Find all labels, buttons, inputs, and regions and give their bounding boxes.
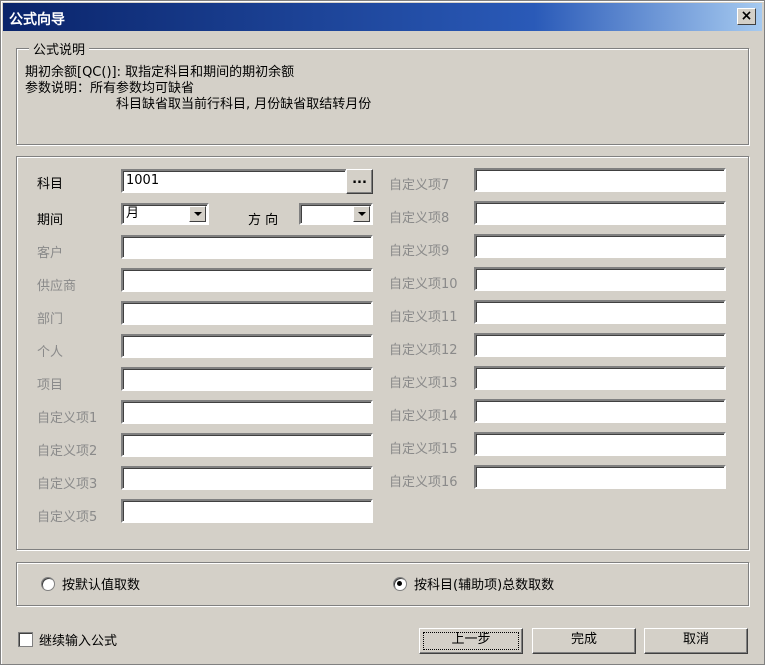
cancel-button[interactable]: 取消 bbox=[644, 628, 748, 654]
radio-subject-label[interactable]: 按科目(辅助项)总数取数 bbox=[414, 574, 554, 593]
custom-item-14-input bbox=[474, 399, 726, 423]
person-input bbox=[121, 334, 373, 358]
department-input bbox=[121, 301, 373, 325]
custom-item-10-input bbox=[474, 267, 726, 291]
finish-button[interactable]: 完成 bbox=[532, 628, 636, 654]
custom-item-12-input bbox=[474, 333, 726, 357]
custom-item-15-input bbox=[474, 432, 726, 456]
custom-item-2-label: 自定义项2 bbox=[37, 444, 98, 459]
custom-item-9-input bbox=[474, 234, 726, 258]
close-button[interactable]: × bbox=[737, 8, 756, 25]
custom-item-16-input bbox=[474, 465, 726, 489]
custom-item-13-input bbox=[474, 366, 726, 390]
explanation-line-1: 期初余额[QC()]: 取指定科目和期间的期初余额 bbox=[25, 65, 295, 80]
department-label: 部门 bbox=[37, 312, 64, 327]
custom-item-7-input bbox=[474, 168, 726, 192]
custom-item-5-label: 自定义项5 bbox=[37, 510, 98, 525]
subject-input[interactable]: 1001 bbox=[121, 169, 347, 193]
custom-item-14-label: 自定义项14 bbox=[389, 409, 458, 424]
subject-label: 科目 bbox=[37, 177, 64, 192]
project-input bbox=[121, 367, 373, 391]
period-value: 月 bbox=[126, 206, 140, 221]
radio-default-label[interactable]: 按默认值取数 bbox=[62, 574, 140, 593]
chevron-down-icon[interactable] bbox=[353, 206, 370, 222]
custom-item-11-label: 自定义项11 bbox=[389, 310, 458, 325]
supplier-label: 供应商 bbox=[37, 279, 77, 294]
custom-item-8-label: 自定义项8 bbox=[389, 211, 450, 226]
period-label: 期间 bbox=[37, 213, 64, 228]
explanation-line-2: 参数说明：所有参数均可缺省 bbox=[25, 81, 195, 96]
explanation-line-3: 科目缺省取当前行科目, 月份缺省取结转月份 bbox=[116, 97, 372, 112]
custom-item-2-input bbox=[121, 433, 373, 457]
direction-select[interactable] bbox=[299, 203, 373, 225]
custom-item-1-input bbox=[121, 400, 373, 424]
period-select[interactable]: 月 bbox=[121, 203, 209, 225]
radio-default-value[interactable] bbox=[41, 577, 55, 591]
custom-item-15-label: 自定义项15 bbox=[389, 442, 458, 457]
continue-input-checkbox[interactable] bbox=[18, 632, 33, 647]
radio-subject-total[interactable] bbox=[393, 577, 407, 591]
custom-item-7-label: 自定义项7 bbox=[389, 178, 450, 193]
custom-item-10-label: 自定义项10 bbox=[389, 277, 458, 292]
customer-label: 客户 bbox=[37, 246, 64, 261]
custom-item-8-input bbox=[474, 201, 726, 225]
custom-item-9-label: 自定义项9 bbox=[389, 244, 450, 259]
prev-step-button[interactable]: 上一步 bbox=[419, 628, 523, 654]
custom-item-12-label: 自定义项12 bbox=[389, 343, 458, 358]
formula-wizard-dialog: 公式向导 × 公式说明 期初余额[QC()]: 取指定科目和期间的期初余额 参数… bbox=[0, 0, 765, 665]
custom-item-5-input bbox=[121, 499, 373, 523]
custom-item-16-label: 自定义项16 bbox=[389, 475, 458, 490]
formula-explanation-group: 公式说明 期初余额[QC()]: 取指定科目和期间的期初余额 参数说明：所有参数… bbox=[16, 39, 749, 145]
custom-item-3-label: 自定义项3 bbox=[37, 477, 98, 492]
supplier-input bbox=[121, 268, 373, 292]
person-label: 个人 bbox=[37, 345, 64, 360]
custom-item-3-input bbox=[121, 466, 373, 490]
project-label: 项目 bbox=[37, 378, 64, 393]
continue-input-label[interactable]: 继续输入公式 bbox=[39, 630, 117, 649]
direction-label: 方 向 bbox=[248, 213, 279, 228]
customer-input bbox=[121, 235, 373, 259]
custom-item-11-input bbox=[474, 300, 726, 324]
custom-item-13-label: 自定义项13 bbox=[389, 376, 458, 391]
custom-item-1-label: 自定义项1 bbox=[37, 411, 98, 426]
parameters-group: 科目 1001 ... 期间 月 方 向 客户 供应商 部门 个人 项目 自定义… bbox=[16, 156, 749, 550]
fetch-options-group: 按默认值取数 按科目(辅助项)总数取数 bbox=[16, 562, 749, 606]
chevron-down-icon[interactable] bbox=[189, 206, 206, 222]
window-title: 公式向导 bbox=[9, 12, 65, 28]
subject-browse-button[interactable]: ... bbox=[346, 169, 373, 194]
explanation-legend: 公式说明 bbox=[29, 39, 90, 58]
title-bar[interactable]: 公式向导 × bbox=[3, 3, 762, 31]
